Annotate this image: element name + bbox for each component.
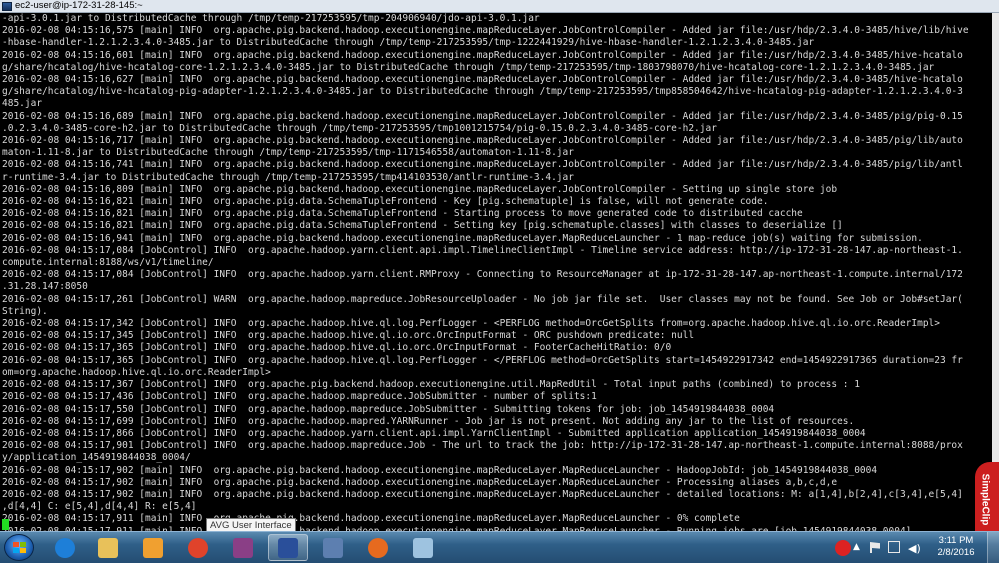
terminal-line: 2016-02-08 04:15:17,699 [JobControl] INF…: [2, 415, 855, 427]
windows-logo-icon: [13, 542, 26, 554]
terminal-line: String).: [2, 305, 48, 317]
terminal-line: g/share/hcatalog/hive-hcatalog-core-1.2.…: [2, 61, 935, 73]
terminal-line: 2016-02-08 04:15:17,345 [JobControl] INF…: [2, 330, 695, 342]
terminal-scrollbar[interactable]: [992, 13, 999, 531]
file-explorer-icon: [98, 537, 118, 558]
windows-taskbar: ▲ ◀) 3:11 PM 2/8/2016: [0, 531, 999, 563]
show-desktop-button[interactable]: [987, 532, 999, 563]
terminal-line: compute.internal:8188/ws/v1/timeline/: [2, 257, 214, 269]
terminal-line: ,d[4,4] C: e[5,4],d[4,4] R: e[5,4]: [2, 501, 197, 513]
chrome-icon: [188, 537, 208, 558]
terminal-line: -api-3.0.1.jar to DistributedCache throu…: [2, 13, 540, 24]
terminal-line: 2016-02-08 04:15:16,809 [main] INFO org.…: [2, 183, 838, 195]
terminal-line: 2016-02-08 04:15:16,601 [main] INFO org.…: [2, 49, 963, 61]
terminal-line: 2016-02-08 04:15:16,717 [main] INFO org.…: [2, 135, 963, 147]
terminal-line: 2016-02-08 04:15:17,901 [JobControl] INF…: [2, 440, 963, 452]
taskbar-button-file-explorer[interactable]: [88, 534, 128, 561]
terminal-line: om=org.apache.hadoop.hive.ql.io.orc.Read…: [2, 366, 271, 378]
clock-time: 3:11 PM: [938, 535, 974, 546]
taskbar-button-virtualbox[interactable]: [313, 534, 353, 561]
terminal-line: 2016-02-08 04:15:17,084 [JobControl] INF…: [2, 269, 963, 281]
putty-icon: [278, 537, 298, 558]
terminal-cursor: [2, 519, 9, 530]
taskbar-button-internet-explorer[interactable]: [45, 534, 85, 561]
clock-date: 2/8/2016: [937, 547, 975, 558]
taskbar-button-putty[interactable]: [268, 534, 308, 561]
terminal-line: y/application_1454919844038_0004/: [2, 452, 191, 464]
action-center-flag-icon[interactable]: [870, 542, 880, 553]
terminal-line: 2016-02-08 04:15:16,821 [main] INFO org.…: [2, 220, 843, 232]
terminal-line: 2016-02-08 04:15:17,911 [main] INFO org.…: [2, 513, 740, 525]
firefox-icon: [368, 537, 388, 558]
terminal-line: .0.2.3.4.0-3485-core-h2.jar to Distribut…: [2, 122, 717, 134]
terminal-line: 2016-02-08 04:15:17,902 [main] INFO org.…: [2, 476, 838, 488]
terminal-line: 2016-02-08 04:15:17,261 [JobControl] WAR…: [2, 293, 963, 305]
avg-tray-icon[interactable]: [835, 540, 851, 556]
terminal-line: 2016-02-08 04:15:17,342 [JobControl] INF…: [2, 318, 940, 330]
virtualbox-icon: [323, 537, 343, 558]
paint-icon: [413, 537, 433, 558]
show-hidden-icons-chevron[interactable]: ▲: [853, 542, 860, 552]
window-titlebar[interactable]: ec2-user@ip-172-31-28-145:~: [0, 0, 999, 13]
winrar-icon: [233, 537, 253, 558]
taskbar-clock[interactable]: 3:11 PM 2/8/2016: [935, 535, 977, 559]
terminal-line: 2016-02-08 04:15:17,365 [JobControl] INF…: [2, 354, 963, 366]
terminal-line: 2016-02-08 04:15:16,821 [main] INFO org.…: [2, 196, 769, 208]
terminal-line: 485.jar: [2, 98, 43, 110]
terminal-line: r-runtime-3.4.jar to DistributedCache th…: [2, 171, 574, 183]
terminal-line: 2016-02-08 04:15:16,627 [main] INFO org.…: [2, 74, 963, 86]
terminal-line: 2016-02-08 04:15:16,575 [main] INFO org.…: [2, 25, 969, 37]
media-player-icon: [143, 537, 163, 558]
window-title: ec2-user@ip-172-31-28-145:~: [15, 0, 143, 11]
terminal-line: g/share/hcatalog/hive-hcatalog-pig-adapt…: [2, 86, 963, 98]
terminal-line: maton-1.11-8.jar to DistributedCache thr…: [2, 147, 574, 159]
terminal-line: 2016-02-08 04:15:16,741 [main] INFO org.…: [2, 159, 963, 171]
terminal-line: 2016-02-08 04:15:16,689 [main] INFO org.…: [2, 110, 963, 122]
terminal-line: 2016-02-08 04:15:17,550 [JobControl] INF…: [2, 403, 775, 415]
terminal-line: .31.28.147:8050: [2, 281, 88, 293]
taskbar-button-firefox[interactable]: [358, 534, 398, 561]
terminal-line: 2016-02-08 04:15:16,821 [main] INFO org.…: [2, 208, 803, 220]
terminal-line: 2016-02-08 04:15:17,367 [JobControl] INF…: [2, 379, 860, 391]
terminal-line: 2016-02-08 04:15:17,866 [JobControl] INF…: [2, 427, 866, 439]
taskbar-button-chrome[interactable]: [178, 534, 218, 561]
internet-explorer-icon: [55, 537, 75, 558]
network-icon[interactable]: [888, 541, 900, 553]
taskbar-button-winrar[interactable]: [223, 534, 263, 561]
terminal-line: 2016-02-08 04:15:17,436 [JobControl] INF…: [2, 391, 597, 403]
simpleclip-label: SimpleClip: [979, 473, 991, 526]
terminal-line: 2016-02-08 04:15:17,902 [main] INFO org.…: [2, 488, 963, 500]
terminal-line: 2016-02-08 04:15:17,084 [JobControl] INF…: [2, 244, 963, 256]
taskbar-button-paint[interactable]: [403, 534, 443, 561]
terminal-line: 2016-02-08 04:15:16,941 [main] INFO org.…: [2, 232, 923, 244]
putty-window-icon[interactable]: [2, 1, 12, 11]
terminal-line: 2016-02-08 04:15:17,365 [JobControl] INF…: [2, 342, 672, 354]
terminal-output[interactable]: -api-3.0.1.jar to DistributedCache throu…: [0, 13, 992, 531]
start-button[interactable]: [4, 534, 34, 561]
taskbar-button-media-player[interactable]: [133, 534, 173, 561]
terminal-line: -hbase-handler-1.2.1.2.3.4.0-3485.jar to…: [2, 37, 815, 49]
volume-icon[interactable]: ◀): [908, 542, 921, 555]
terminal-line: 2016-02-08 04:15:17,902 [main] INFO org.…: [2, 464, 878, 476]
